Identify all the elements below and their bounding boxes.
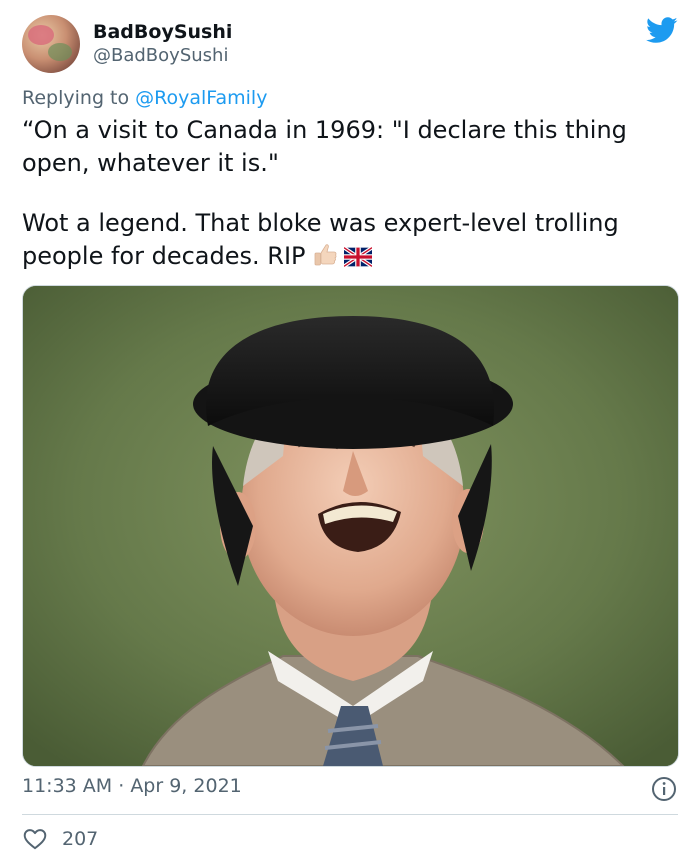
thumbs-up-icon	[312, 242, 338, 277]
tweet-timestamp[interactable]: 11:33 AM · Apr 9, 2021	[22, 775, 242, 797]
display-name[interactable]: BadBoySushi	[93, 21, 232, 43]
tweet-paragraph-1: “On a visit to Canada in 1969: "I declar…	[22, 116, 627, 177]
timestamp-separator: ·	[112, 775, 131, 797]
twitter-bird-icon[interactable]	[646, 17, 678, 44]
like-count: 207	[62, 828, 99, 850]
uk-flag-icon	[342, 244, 373, 277]
tweet-paragraph-2: Wot a legend. That bloke was expert-leve…	[22, 207, 682, 277]
tweet-text: “On a visit to Canada in 1969: "I declar…	[22, 114, 682, 277]
heart-icon[interactable]	[22, 826, 48, 852]
info-icon[interactable]	[651, 776, 677, 802]
like-button[interactable]: 207	[22, 826, 98, 852]
tweet-time: 11:33 AM	[22, 775, 113, 797]
tweet-date: Apr 9, 2021	[130, 775, 242, 797]
replying-prefix: Replying to	[22, 87, 136, 109]
avatar[interactable]	[22, 15, 80, 73]
tweet-photo[interactable]	[22, 285, 679, 767]
mention-link[interactable]: @RoyalFamily	[135, 87, 267, 109]
replying-to: Replying to @RoyalFamily	[22, 87, 267, 109]
divider	[22, 814, 678, 815]
user-handle[interactable]: @BadBoySushi	[93, 45, 228, 66]
